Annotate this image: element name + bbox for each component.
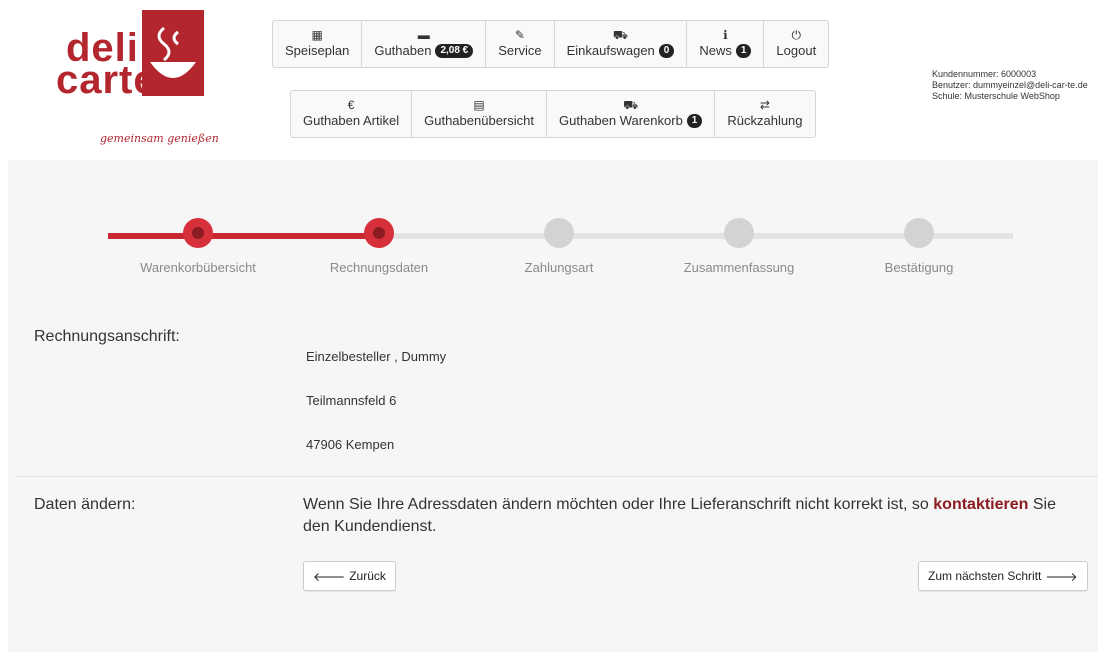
billing-name: Einzelbesteller , Dummy	[306, 349, 447, 364]
step-dot	[183, 218, 213, 248]
secondary-nav: € Guthaben Artikel ▤ Guthabenübersicht ⛟…	[290, 90, 816, 138]
nav-label: News	[699, 43, 732, 58]
step-dot	[364, 218, 394, 248]
nav-rueckzahlung[interactable]: ⇄ Rückzahlung	[715, 91, 814, 137]
back-button[interactable]: 🡐 Zurück	[303, 561, 396, 591]
back-label: Zurück	[349, 569, 386, 583]
nav-label: Speiseplan	[285, 43, 350, 58]
brand-tagline: gemeinsam genießen	[100, 132, 219, 145]
header: deli carte gemeinsam genießen ▦ Speisepl…	[8, 0, 1098, 160]
step-bestaetigung: Bestätigung	[829, 218, 1009, 275]
nav-label: Rückzahlung	[727, 113, 803, 128]
page-frame: deli carte gemeinsam genießen ▦ Speisepl…	[8, 0, 1098, 652]
nav-label: Service	[498, 43, 542, 58]
brand-word-carte: carte	[56, 58, 157, 102]
nav-label: Logout	[776, 43, 817, 58]
cart-icon: ⛟	[623, 98, 639, 112]
customer-info: Kundennummer: 6000003 Benutzer: dummyein…	[932, 69, 1092, 102]
nav-guthaben-artikel[interactable]: € Guthaben Artikel	[291, 91, 413, 137]
nav-news[interactable]: ℹ News 1	[687, 21, 765, 67]
retweet-icon: ⇄	[759, 98, 770, 112]
step-dot	[724, 218, 754, 248]
next-label: Zum nächsten Schritt	[928, 569, 1042, 583]
step-warenkorbuebersicht[interactable]: Warenkorbübersicht	[108, 218, 288, 275]
step-zahlungsart: Zahlungsart	[469, 218, 649, 275]
step-label: Bestätigung	[884, 260, 954, 275]
step-zusammenfassung: Zusammenfassung	[649, 218, 829, 275]
change-info-text: Wenn Sie Ihre Adressdaten ändern möchten…	[303, 494, 1083, 538]
cart-count-badge: 0	[658, 44, 675, 58]
section-divider	[16, 476, 1098, 477]
step-dot	[904, 218, 934, 248]
step-label: Warenkorbübersicht	[140, 260, 256, 275]
nav-speiseplan[interactable]: ▦ Speiseplan	[273, 21, 363, 67]
change-heading: Daten ändern:	[34, 496, 136, 513]
credit-cart-count-badge: 1	[686, 114, 703, 128]
nav-logout[interactable]: ⏻ Logout	[764, 21, 828, 67]
nav-guthaben[interactable]: ▬ Guthaben 2,08 €	[362, 21, 487, 67]
nav-label: Guthaben	[374, 43, 432, 58]
nav-service[interactable]: ✎ Service	[486, 21, 555, 67]
credit-card-icon: ▬	[417, 28, 430, 42]
change-text-before: Wenn Sie Ihre Adressdaten ändern möchten…	[303, 496, 929, 513]
power-icon: ⏻	[791, 28, 802, 42]
brand-logo[interactable]: deli carte gemeinsam genießen	[56, 10, 226, 150]
nav-einkaufswagen[interactable]: ⛟ Einkaufswagen 0	[555, 21, 688, 67]
balance-badge: 2,08 €	[435, 44, 474, 58]
step-label: Zusammenfassung	[683, 260, 795, 275]
customer-number: Kundennummer: 6000003	[932, 69, 1037, 79]
nav-label: Guthaben Warenkorb	[558, 113, 683, 128]
customer-school: Schule: Musterschule WebShop	[932, 91, 1060, 101]
arrow-right-icon: 🡒	[1045, 569, 1078, 584]
billing-city: 47906 Kempen	[306, 437, 395, 452]
nav-label: Einkaufswagen	[566, 43, 655, 58]
primary-nav: ▦ Speiseplan ▬ Guthaben 2,08 € ✎ Service …	[272, 20, 830, 68]
next-step-button[interactable]: Zum nächsten Schritt 🡒	[918, 561, 1088, 591]
billing-heading: Rechnungsanschrift:	[34, 328, 180, 345]
customer-user: Benutzer: dummyeinzel@deli-car-te.de	[932, 80, 1088, 90]
nav-guthaben-warenkorb[interactable]: ⛟ Guthaben Warenkorb 1	[547, 91, 716, 137]
news-count-badge: 1	[735, 44, 752, 58]
calendar-icon: ▦	[311, 28, 323, 42]
pencil-icon: ✎	[514, 28, 525, 42]
nav-label: Guthaben Artikel	[303, 113, 400, 128]
checkout-stepper: Warenkorbübersicht Rechnungsdaten Zahlun…	[8, 160, 1098, 310]
arrow-left-icon: 🡐	[313, 569, 346, 584]
list-icon: ▤	[473, 98, 485, 112]
step-label: Rechnungsdaten	[329, 260, 429, 275]
step-dot	[544, 218, 574, 248]
info-icon: ℹ	[723, 28, 728, 42]
contact-link[interactable]: kontaktieren	[933, 496, 1028, 513]
step-rechnungsdaten[interactable]: Rechnungsdaten	[289, 218, 469, 275]
billing-street: Teilmannsfeld 6	[306, 393, 397, 408]
nav-guthabenuebersicht[interactable]: ▤ Guthabenübersicht	[412, 91, 547, 137]
nav-label: Guthabenübersicht	[424, 113, 534, 128]
cart-icon: ⛟	[612, 28, 629, 42]
euro-icon: €	[347, 98, 355, 112]
step-label: Zahlungsart	[524, 260, 594, 275]
